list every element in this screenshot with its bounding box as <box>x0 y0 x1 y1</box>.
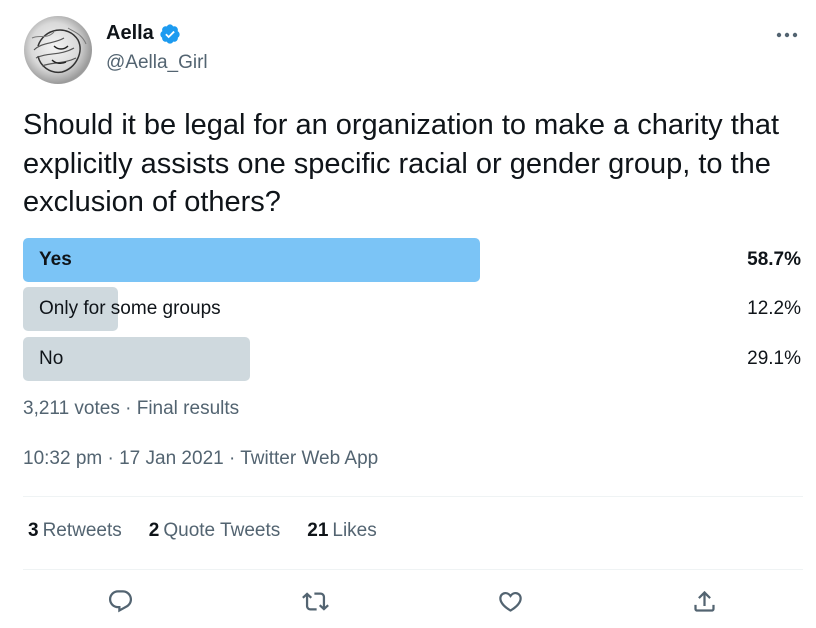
poll-option-label: No <box>39 348 64 369</box>
author-name[interactable]: Aella <box>106 22 154 45</box>
more-icon <box>776 32 798 38</box>
poll-option-only-for-some-groups: Only for some groups 12.2% <box>23 287 803 331</box>
like-icon <box>498 591 522 612</box>
likes-label: Likes <box>332 520 377 541</box>
quote-tweets-link[interactable]: 2 Quote Tweets <box>149 520 280 542</box>
divider <box>23 569 803 570</box>
tweet-timestamp[interactable]: 10:32 pm · 17 Jan 2021 · Twitter Web App <box>23 448 378 470</box>
poll-bar <box>23 238 480 282</box>
author-handle[interactable]: @Aella_Girl <box>106 52 208 74</box>
retweet-button[interactable] <box>300 586 330 616</box>
share-icon <box>693 590 715 612</box>
poll-option-yes: Yes 58.7% <box>23 238 803 282</box>
tweet-text: Should it be legal for an organization t… <box>23 109 780 218</box>
avatar[interactable] <box>24 16 92 84</box>
avatar-sketch-icon <box>31 27 87 74</box>
poll-option-percent: 58.7% <box>747 249 801 270</box>
poll-option-percent: 12.2% <box>747 298 801 319</box>
poll-results-meta: 3,211 votes · Final results <box>23 398 240 419</box>
poll-option-label: Only for some groups <box>39 298 221 319</box>
reply-button[interactable] <box>105 586 135 616</box>
poll-option-percent: 29.1% <box>747 348 801 369</box>
retweet-icon <box>301 591 329 611</box>
poll-option-label: Yes <box>39 249 72 270</box>
quote-tweets-count: 2 <box>148 520 160 541</box>
likes-count: 21 <box>307 520 329 541</box>
engagement-stats: 3 Retweets 2 Quote Tweets 21 Likes <box>28 520 404 542</box>
poll-option-no: No 29.1% <box>23 337 803 381</box>
more-options-button[interactable] <box>774 22 800 48</box>
retweets-link[interactable]: 3 Retweets <box>28 520 122 542</box>
verified-badge-icon <box>160 23 180 44</box>
retweets-count: 3 <box>28 520 39 541</box>
reply-icon <box>108 589 132 612</box>
like-button[interactable] <box>495 586 525 616</box>
likes-link[interactable]: 21 Likes <box>307 520 377 542</box>
quote-tweets-label: Quote Tweets <box>163 520 281 541</box>
author-name-row[interactable]: Aella <box>106 22 181 45</box>
divider <box>23 496 803 497</box>
share-button[interactable] <box>689 586 719 616</box>
retweets-label: Retweets <box>42 520 122 541</box>
